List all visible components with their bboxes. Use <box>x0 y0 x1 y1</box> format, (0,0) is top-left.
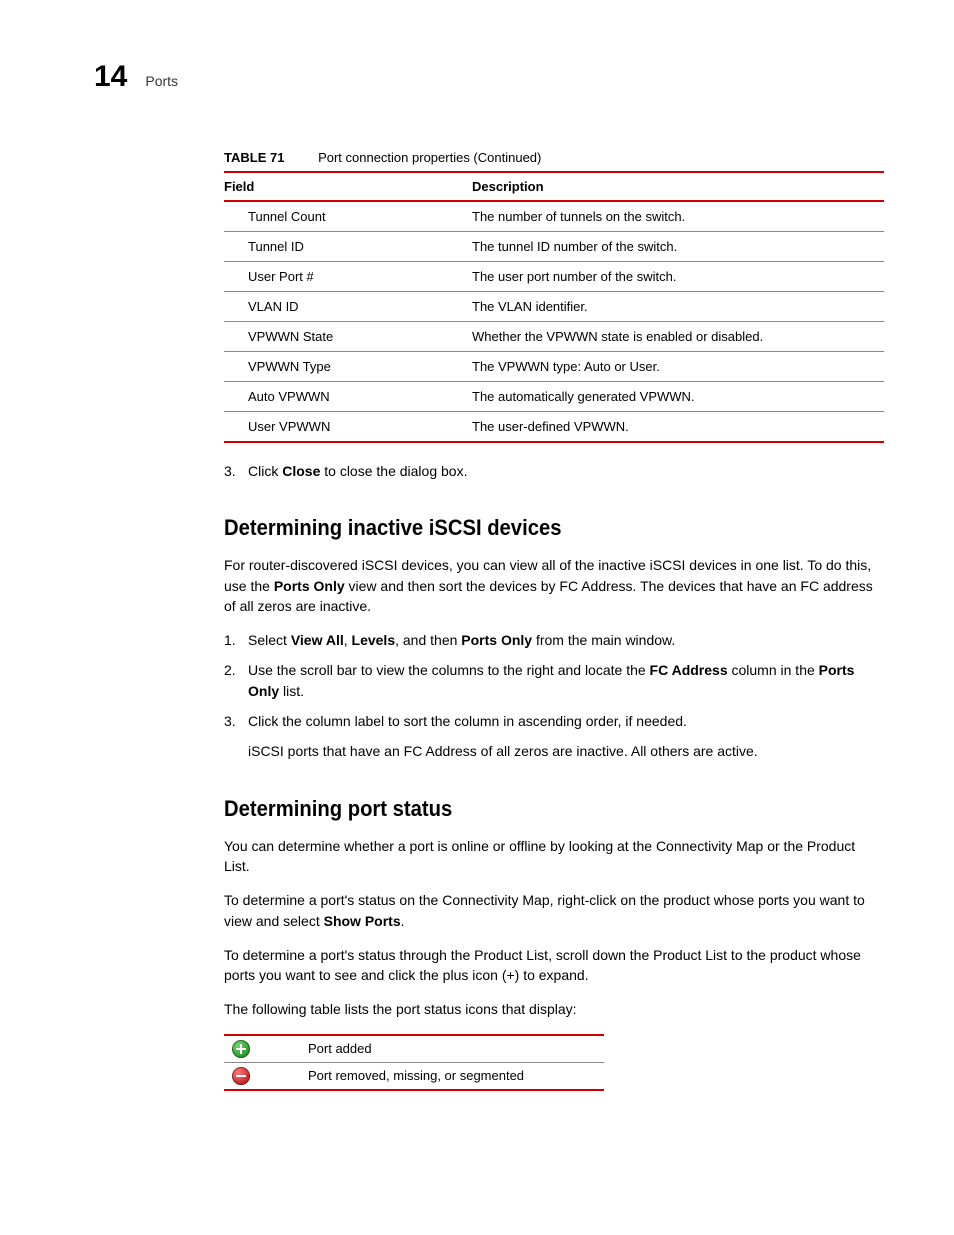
icon-cell <box>224 1062 300 1090</box>
iscsi-step2: 2. Use the scroll bar to view the column… <box>224 660 884 701</box>
field-cell: Tunnel ID <box>224 232 472 262</box>
iscsi-step1: 1. Select View All, Levels, and then Por… <box>224 630 884 650</box>
iscsi-sub: iSCSI ports that have an FC Address of a… <box>248 741 884 761</box>
ports-only-bold: Ports Only <box>274 578 345 594</box>
icon-cell <box>224 1035 300 1063</box>
status-text-cell: Port removed, missing, or segmented <box>300 1062 604 1090</box>
show-ports-bold: Show Ports <box>324 913 401 929</box>
field-cell: User Port # <box>224 262 472 292</box>
field-cell: User VPWWN <box>224 412 472 443</box>
heading-inactive-iscsi: Determining inactive iSCSI devices <box>224 515 831 541</box>
table-row: Tunnel CountThe number of tunnels on the… <box>224 201 884 232</box>
content-body: TABLE 71 Port connection properties (Con… <box>224 150 884 1091</box>
port-removed-icon <box>232 1067 250 1085</box>
step-number: 3. <box>224 711 236 731</box>
desc-cell: The VPWWN type: Auto or User. <box>472 352 884 382</box>
table-row: VPWWN TypeThe VPWWN type: Auto or User. <box>224 352 884 382</box>
table-row: Port removed, missing, or segmented <box>224 1062 604 1090</box>
close-bold: Close <box>282 463 320 479</box>
port-added-icon <box>232 1040 250 1058</box>
field-cell: VLAN ID <box>224 292 472 322</box>
page-header: 14 Ports <box>94 60 874 94</box>
field-cell: VPWWN Type <box>224 352 472 382</box>
step-text: Select View All, Levels, and then Ports … <box>248 632 675 648</box>
table71-field-header: Field <box>224 172 472 201</box>
portstatus-p4: The following table lists the port statu… <box>224 999 884 1019</box>
chapter-title: Ports <box>145 73 178 89</box>
table-row: Port added <box>224 1035 604 1063</box>
table-row: Auto VPWWNThe automatically generated VP… <box>224 382 884 412</box>
table71-caption: TABLE 71 Port connection properties (Con… <box>224 150 884 165</box>
portstatus-p3: To determine a port's status through the… <box>224 945 884 986</box>
table71: Field Description Tunnel CountThe number… <box>224 171 884 443</box>
desc-cell: Whether the VPWWN state is enabled or di… <box>472 322 884 352</box>
iscsi-step3: 3. Click the column label to sort the co… <box>224 711 884 731</box>
step-text: Click Close to close the dialog box. <box>248 463 467 479</box>
status-text-cell: Port added <box>300 1035 604 1063</box>
desc-cell: The automatically generated VPWWN. <box>472 382 884 412</box>
field-cell: Tunnel Count <box>224 201 472 232</box>
field-cell: Auto VPWWN <box>224 382 472 412</box>
table-row: VPWWN StateWhether the VPWWN state is en… <box>224 322 884 352</box>
desc-cell: The user-defined VPWWN. <box>472 412 884 443</box>
step-close-dialog: 3. Click Close to close the dialog box. <box>224 461 884 481</box>
iscsi-intro: For router-discovered iSCSI devices, you… <box>224 555 884 616</box>
desc-cell: The number of tunnels on the switch. <box>472 201 884 232</box>
table-row: Tunnel IDThe tunnel ID number of the swi… <box>224 232 884 262</box>
heading-port-status: Determining port status <box>224 796 831 822</box>
table-row: VLAN IDThe VLAN identifier. <box>224 292 884 322</box>
field-cell: VPWWN State <box>224 322 472 352</box>
table71-desc-header: Description <box>472 172 884 201</box>
portstatus-p2: To determine a port's status on the Conn… <box>224 890 884 931</box>
table71-label: TABLE 71 <box>224 150 284 165</box>
step-number: 1. <box>224 630 236 650</box>
table-row: User Port #The user port number of the s… <box>224 262 884 292</box>
desc-cell: The tunnel ID number of the switch. <box>472 232 884 262</box>
desc-cell: The VLAN identifier. <box>472 292 884 322</box>
table-row: User VPWWNThe user-defined VPWWN. <box>224 412 884 443</box>
step-text: Click the column label to sort the colum… <box>248 713 687 729</box>
port-status-table: Port addedPort removed, missing, or segm… <box>224 1034 604 1091</box>
portstatus-p1: You can determine whether a port is onli… <box>224 836 884 877</box>
chapter-number: 14 <box>94 60 127 94</box>
step-number: 2. <box>224 660 236 680</box>
table71-title: Port connection properties (Continued) <box>318 150 541 165</box>
step-number: 3. <box>224 461 236 481</box>
step-text: Use the scroll bar to view the columns t… <box>248 662 854 698</box>
desc-cell: The user port number of the switch. <box>472 262 884 292</box>
